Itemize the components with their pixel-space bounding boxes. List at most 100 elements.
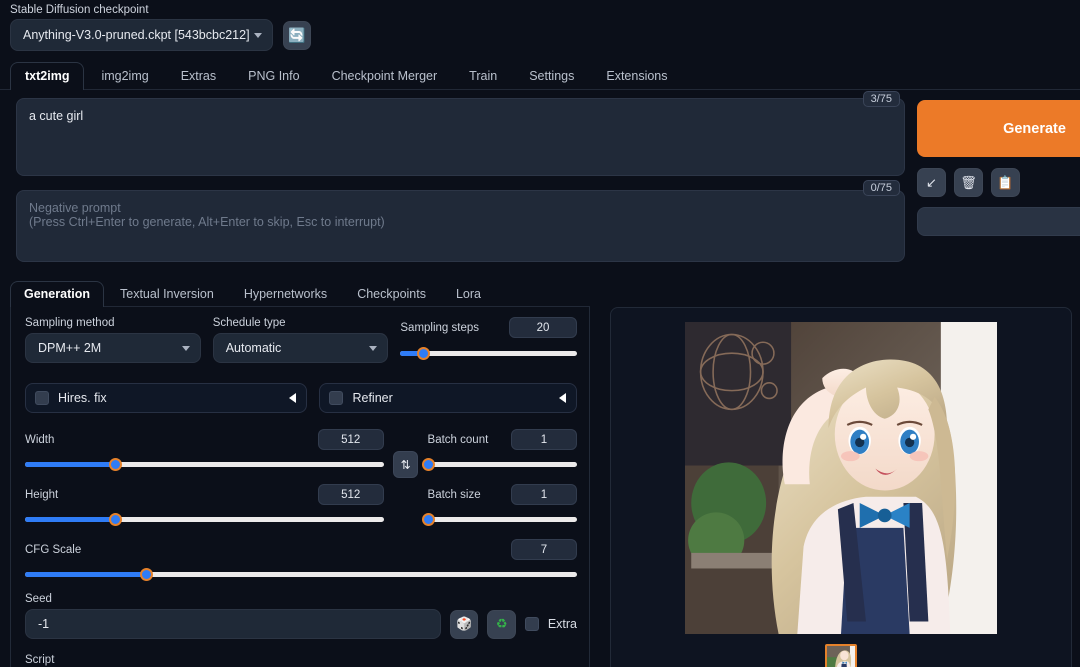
- seed-input[interactable]: -1: [25, 609, 442, 639]
- chevron-left-icon: [559, 393, 566, 403]
- cfg-scale-slider[interactable]: [25, 568, 577, 581]
- tab-hypernetworks[interactable]: Hypernetworks: [230, 281, 341, 307]
- cfg-scale-label: CFG Scale: [25, 543, 82, 556]
- schedule-type-group: Schedule type Automatic: [212, 317, 389, 363]
- sampling-steps-label: Sampling steps: [400, 321, 479, 334]
- sampling-steps-value[interactable]: 20: [509, 317, 578, 338]
- schedule-type-select[interactable]: Automatic: [212, 333, 389, 363]
- width-value[interactable]: 512: [317, 429, 384, 450]
- tab-extensions[interactable]: Extensions: [591, 62, 682, 90]
- tab-lora[interactable]: Lora: [442, 281, 495, 307]
- extra-seed-label: Extra: [547, 617, 578, 631]
- checkpoint-value: Anything-V3.0-pruned.ckpt [543bcbc212]: [23, 28, 250, 42]
- tab-png-info[interactable]: PNG Info: [233, 62, 314, 90]
- height-slider[interactable]: [25, 513, 384, 526]
- cfg-scale-group: CFG Scale 7: [25, 539, 577, 581]
- seed-recycle-button[interactable]: ♻: [487, 609, 516, 639]
- generated-image-render: [685, 322, 997, 634]
- script-label: Script: [25, 654, 55, 666]
- gallery-thumbnail-strip: [825, 644, 857, 667]
- batch-count-label: Batch count: [427, 433, 489, 446]
- prompt-area: 3/75 0/75 Generate ↙ 🗑 📋: [0, 90, 1080, 262]
- extra-seed-checkbox[interactable]: [524, 617, 539, 631]
- seed-group: Seed -1 🎲 ♻ Extra: [25, 593, 577, 639]
- batch-count-slider[interactable]: [421, 458, 577, 471]
- tab-textual-inversion[interactable]: Textual Inversion: [106, 281, 228, 307]
- trash-icon: 🗑: [960, 174, 977, 190]
- tab-checkpoints[interactable]: Checkpoints: [343, 281, 440, 307]
- tab-extras[interactable]: Extras: [166, 62, 231, 90]
- checkpoint-select[interactable]: Anything-V3.0-pruned.ckpt [543bcbc212]: [10, 19, 273, 51]
- prompt-tool-buttons: ↙ 🗑 📋: [917, 168, 1080, 197]
- tab-txt2img[interactable]: txt2img: [10, 62, 85, 90]
- height-label: Height: [25, 488, 59, 501]
- sampling-method-select[interactable]: DPM++ 2M: [25, 333, 201, 363]
- interrogate-arrow-button[interactable]: ↙: [917, 168, 946, 197]
- schedule-type-label: Schedule type: [212, 317, 286, 329]
- negative-prompt-input[interactable]: [16, 190, 905, 262]
- dimension-sliders: Width 512 Height 512: [25, 429, 384, 526]
- chevron-down-icon: [181, 345, 190, 351]
- gallery-thumbnail[interactable]: [825, 644, 857, 667]
- generated-image[interactable]: [685, 322, 997, 634]
- thumbnail-render: [827, 646, 855, 667]
- swap-dimensions-wrap: ⇅: [384, 429, 428, 522]
- prompt-token-counter: 3/75: [862, 91, 900, 107]
- hires-fix-label: Hires. fix: [58, 391, 107, 405]
- chevron-down-icon: [369, 345, 378, 351]
- width-slider[interactable]: [25, 458, 384, 471]
- sampling-steps-slider[interactable]: [400, 347, 578, 360]
- cfg-scale-value[interactable]: 7: [511, 539, 577, 560]
- chevron-left-icon: [289, 393, 297, 403]
- refiner-label: Refiner: [352, 391, 393, 405]
- batch-count-value[interactable]: 1: [511, 429, 577, 450]
- batch-size-label: Batch size: [427, 488, 481, 501]
- tab-generation[interactable]: Generation: [10, 281, 104, 307]
- prompt-input[interactable]: [16, 98, 905, 176]
- tab-checkpoint-merger[interactable]: Checkpoint Merger: [317, 62, 453, 90]
- sampling-steps-group: Sampling steps 20: [400, 317, 578, 363]
- action-column: Generate ↙ 🗑 📋: [917, 98, 1080, 262]
- seed-label: Seed: [25, 593, 52, 605]
- negative-prompt-token-counter: 0/75: [862, 180, 900, 196]
- height-value[interactable]: 512: [317, 484, 384, 505]
- batch-size-slider[interactable]: [421, 513, 577, 526]
- prompt-column: 3/75 0/75: [16, 91, 905, 262]
- width-label: Width: [25, 433, 55, 446]
- dimensions-row: Width 512 Height 512 ⇅ Batch count 1 Bat…: [25, 429, 577, 526]
- image-output-panel: [610, 307, 1072, 667]
- arrow-down-left-icon: ↙: [926, 174, 937, 190]
- webui-root: Stable Diffusion checkpoint Anything-V3.…: [0, 0, 1080, 667]
- refiner-checkbox[interactable]: [329, 391, 344, 405]
- generation-settings-panel: Sampling method DPM++ 2M Schedule type A…: [10, 307, 590, 667]
- batch-size-value[interactable]: 1: [511, 484, 577, 505]
- apply-style-button[interactable]: 📋: [991, 168, 1020, 197]
- swap-arrows-icon: ⇅: [400, 457, 411, 472]
- clear-prompt-button[interactable]: 🗑: [954, 168, 983, 197]
- seed-random-button[interactable]: 🎲: [450, 609, 479, 639]
- tab-settings[interactable]: Settings: [514, 62, 589, 90]
- sampling-method-label: Sampling method: [25, 317, 115, 329]
- refresh-glyph: 🔄: [288, 27, 306, 43]
- hires-fix-checkbox[interactable]: [35, 391, 49, 405]
- hires-refiner-row: Hires. fix Refiner: [25, 383, 577, 413]
- script-group: Script None: [25, 654, 577, 667]
- swap-dimensions-button[interactable]: ⇅: [393, 451, 419, 478]
- seed-row: -1 🎲 ♻ Extra: [25, 609, 577, 639]
- sampling-method-group: Sampling method DPM++ 2M: [25, 317, 201, 363]
- checkpoint-row: Anything-V3.0-pruned.ckpt [543bcbc212] 🔄: [10, 19, 1080, 51]
- generation-tab-bar: Generation Textual Inversion Hypernetwor…: [10, 279, 590, 307]
- recycle-icon: ♻: [495, 616, 508, 631]
- clipboard-icon: 📋: [997, 174, 1014, 190]
- sampler-row: Sampling method DPM++ 2M Schedule type A…: [25, 317, 578, 363]
- tab-img2img[interactable]: img2img: [86, 62, 163, 90]
- refiner-accordion[interactable]: Refiner: [319, 383, 577, 413]
- tab-train[interactable]: Train: [454, 62, 512, 90]
- generate-button[interactable]: Generate: [917, 100, 1080, 157]
- refresh-icon[interactable]: 🔄: [283, 20, 311, 50]
- styles-select[interactable]: [917, 207, 1080, 236]
- sampling-method-value: DPM++ 2M: [38, 341, 102, 355]
- hires-fix-accordion[interactable]: Hires. fix: [25, 383, 308, 413]
- batch-sliders: Batch count 1 Batch size 1: [421, 429, 577, 526]
- checkpoint-bar: Stable Diffusion checkpoint Anything-V3.…: [0, 0, 1080, 51]
